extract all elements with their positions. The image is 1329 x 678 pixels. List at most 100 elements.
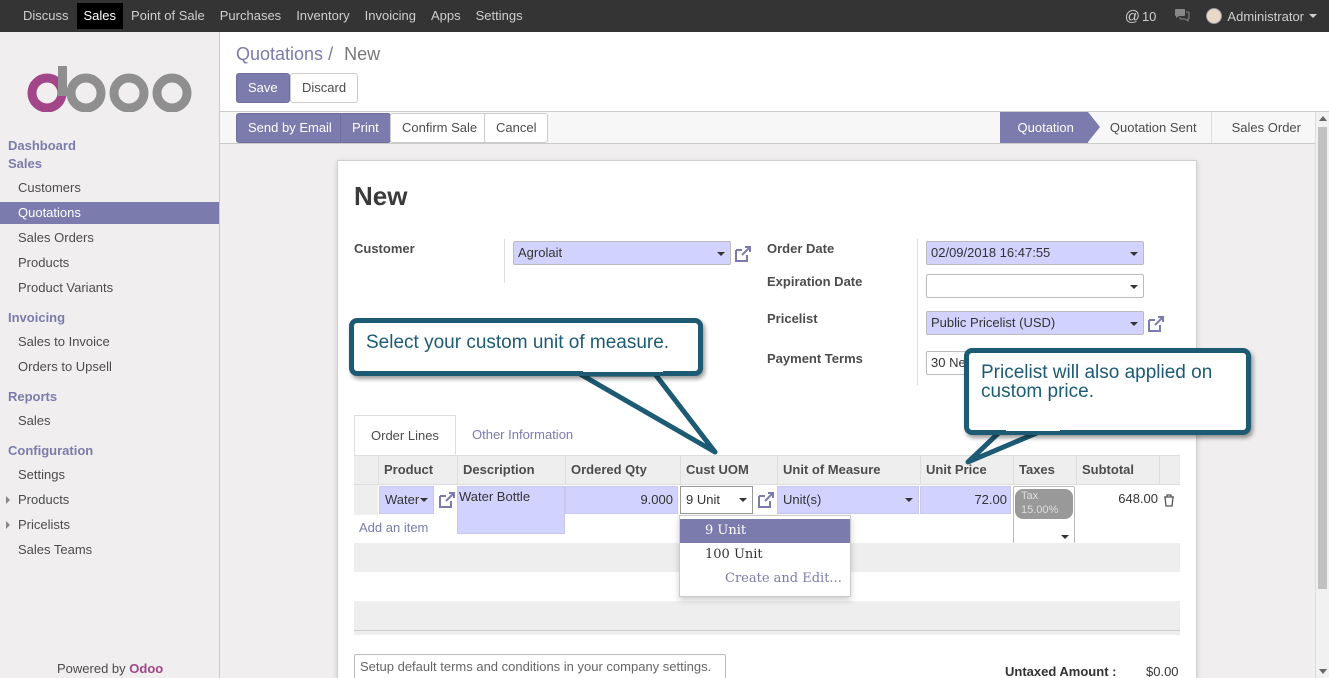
dropdown-option-9-unit[interactable]: 9 Unit [680,519,850,543]
sidebar-item-products[interactable]: Products [0,252,219,274]
control-panel: Quotations / New Save Discard [220,32,1329,112]
stage-quotation[interactable]: Quotation [999,112,1101,143]
external-link-icon[interactable] [438,491,456,509]
pricelist-label: Pricelist [767,311,818,326]
product-cell[interactable]: Water [379,486,434,514]
row-handle [354,485,378,515]
powered-by-text: Powered by [57,661,126,676]
menu-apps[interactable]: Apps [424,3,468,29]
add-item-link[interactable]: Add an item [359,520,428,535]
powered-by: Powered by Odoo [57,661,163,676]
dropdown-option-100-unit[interactable]: 100 Unit [680,543,850,567]
breadcrumb-separator: / [328,44,334,64]
stage-quotation-sent[interactable]: Quotation Sent [1088,112,1212,143]
menu-sales[interactable]: Sales [76,3,124,29]
chat-icon[interactable] [1174,8,1190,25]
sidebar-item-customers[interactable]: Customers [0,177,219,199]
sidebar-item-quotations[interactable]: Quotations [0,202,219,224]
col-actions [1159,456,1180,484]
sidebar-item-sales-teams[interactable]: Sales Teams [0,539,219,561]
sidebar-item-config-products[interactable]: Products [0,489,219,511]
menu-discuss[interactable]: Discuss [16,3,76,29]
scroll-down-icon[interactable] [1319,669,1327,674]
ordered-qty-cell[interactable]: 9.000 [565,486,678,514]
customer-field[interactable]: Agrolait [513,241,731,265]
taxes-cell[interactable]: Tax 15.00% ✕ [1013,486,1075,548]
description-cell[interactable]: Water Bottle [457,486,565,534]
chevron-down-icon [1309,14,1317,18]
stage-sales-order[interactable]: Sales Order [1212,112,1315,143]
menu-invoicing[interactable]: Invoicing [358,3,423,29]
stage-bar: Quotation Quotation Sent Sales Order [999,112,1315,143]
cancel-button[interactable]: Cancel [484,113,549,143]
unit-price-value: 72.00 [974,492,1007,507]
terms-textarea[interactable]: Setup default terms and conditions in yo… [354,654,726,678]
breadcrumb-quotations[interactable]: Quotations [236,44,323,64]
menu-inventory[interactable]: Inventory [289,3,356,29]
qty-value: 9.000 [640,492,673,507]
subtotal-cell: 648.00 [1118,491,1158,506]
vertical-scrollbar[interactable] [1315,112,1329,678]
col-unit-of-measure[interactable]: Unit of Measure [777,456,920,484]
external-link-icon[interactable] [1147,315,1165,333]
external-link-icon[interactable] [734,245,752,263]
confirm-sale-button[interactable]: Confirm Sale [390,113,490,143]
sidebar-item-settings[interactable]: Settings [0,464,219,486]
untaxed-amount-value: $0.00 [1146,664,1179,678]
send-by-email-button[interactable]: Send by Email [236,113,344,143]
mentions-counter[interactable]: @ 10 [1125,8,1157,25]
sidebar-section-reports: Reports [8,389,58,404]
sidebar-item-orders-to-upsell[interactable]: Orders to Upsell [0,356,219,378]
sidebar-item-sales-to-invoice[interactable]: Sales to Invoice [0,331,219,353]
tax-tag[interactable]: Tax 15.00% ✕ [1015,489,1073,530]
expiration-date-label: Expiration Date [767,274,863,289]
sidebar-item-label: Products [18,492,70,507]
save-button[interactable]: Save [236,73,290,103]
breadcrumb-current: New [344,44,381,64]
discard-button[interactable]: Discard [290,73,359,103]
trash-icon[interactable] [1163,494,1175,507]
sidebar-section-configuration: Configuration [8,443,94,458]
menu-purchases[interactable]: Purchases [213,3,288,29]
tab-order-lines[interactable]: Order Lines [354,415,456,455]
caret-right-icon [6,521,10,529]
print-button[interactable]: Print [340,113,391,143]
unit-price-cell[interactable]: 72.00 [920,486,1011,514]
sidebar-dashboard[interactable]: Dashboard [8,138,76,153]
unit-of-measure-cell[interactable]: Unit(s) [777,486,919,514]
record-title: New [354,181,408,211]
chevron-down-icon [739,498,747,502]
callout-patch [1006,424,1060,431]
table-footer [354,630,1180,635]
scroll-up-icon[interactable] [1319,116,1327,121]
col-product[interactable]: Product [378,456,457,484]
col-subtotal[interactable]: Subtotal [1076,456,1159,484]
menu-settings[interactable]: Settings [469,3,530,29]
powered-by-link[interactable]: Odoo [129,661,163,676]
sidebar-item-product-variants[interactable]: Product Variants [0,277,219,299]
systray: @ 10 Administrator [1125,0,1329,32]
app-menu: Discuss Sales Point of Sale Purchases In… [0,0,531,32]
callout-pointer-uom [577,371,718,455]
sidebar-item-sales-orders[interactable]: Sales Orders [0,227,219,249]
col-ordered-qty[interactable]: Ordered Qty [565,456,680,484]
user-menu[interactable]: Administrator [1206,8,1317,24]
col-description[interactable]: Description [457,456,565,484]
external-link-icon[interactable] [757,491,775,509]
order-date-value: 02/09/2018 16:47:55 [931,245,1051,260]
pricelist-field[interactable]: Public Pricelist (USD) [926,311,1144,335]
sidebar-section-sales: Sales [8,156,42,171]
sidebar-item-reports-sales[interactable]: Sales [0,410,219,432]
untaxed-amount-label: Untaxed Amount : [1005,664,1117,678]
cust-uom-cell[interactable]: 9 Unit [680,486,753,514]
expiration-date-field[interactable] [926,274,1144,298]
tax-tag-label: Tax 15.00% [1021,490,1059,516]
menu-point-of-sale[interactable]: Point of Sale [124,3,212,29]
order-date-field[interactable]: 02/09/2018 16:47:55 [926,241,1144,265]
create-and-edit-option[interactable]: Create and Edit... [680,567,850,591]
sidebar-item-pricelists[interactable]: Pricelists [0,514,219,536]
scrollbar-thumb[interactable] [1318,127,1327,589]
callout-pricelist: Pricelist will also applied on custom pr… [964,348,1251,435]
close-icon[interactable]: ✕ [1015,517,1073,531]
col-cust-uom[interactable]: Cust UOM [680,456,777,484]
